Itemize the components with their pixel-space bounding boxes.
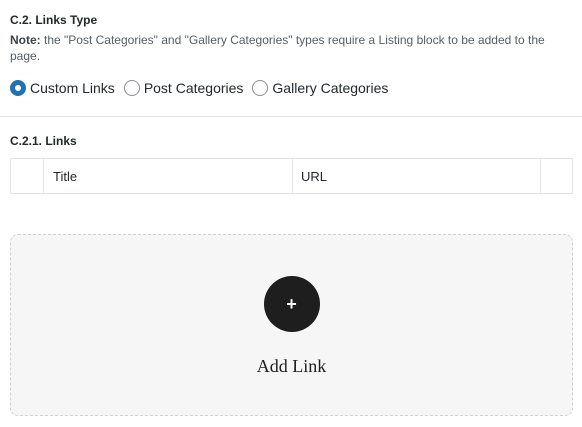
note-label: Note:	[10, 33, 41, 47]
radio-option-gallery-categories[interactable]: Gallery Categories	[252, 80, 388, 96]
links-table-header: Title URL	[10, 158, 573, 194]
column-actions	[541, 159, 572, 193]
radio-option-custom-links[interactable]: Custom Links	[10, 80, 115, 96]
plus-icon[interactable]: +	[263, 276, 320, 332]
links-type-note: Note: the "Post Categories" and "Gallery…	[10, 32, 572, 64]
links-heading: C.2.1. Links	[10, 134, 77, 148]
column-url: URL	[293, 159, 541, 193]
links-type-radio-group: Custom Links Post Categories Gallery Cat…	[10, 80, 397, 96]
radio-option-post-categories[interactable]: Post Categories	[123, 80, 244, 96]
radio-gallery-categories[interactable]	[252, 80, 269, 96]
column-title: Title	[44, 159, 293, 193]
section-divider	[0, 116, 582, 117]
add-link-dropzone[interactable]: + Add Link	[10, 234, 573, 416]
add-link-label: Add Link	[256, 356, 327, 376]
note-text: the "Post Categories" and "Gallery Categ…	[10, 33, 545, 63]
radio-post-categories[interactable]	[123, 80, 140, 96]
links-type-heading: C.2. Links Type	[10, 13, 98, 27]
column-handle	[11, 159, 44, 193]
radio-label-custom-links: Custom Links	[30, 80, 115, 96]
radio-label-post-categories: Post Categories	[143, 80, 244, 96]
radio-label-gallery-categories: Gallery Categories	[272, 80, 389, 96]
radio-custom-links[interactable]	[10, 80, 26, 96]
